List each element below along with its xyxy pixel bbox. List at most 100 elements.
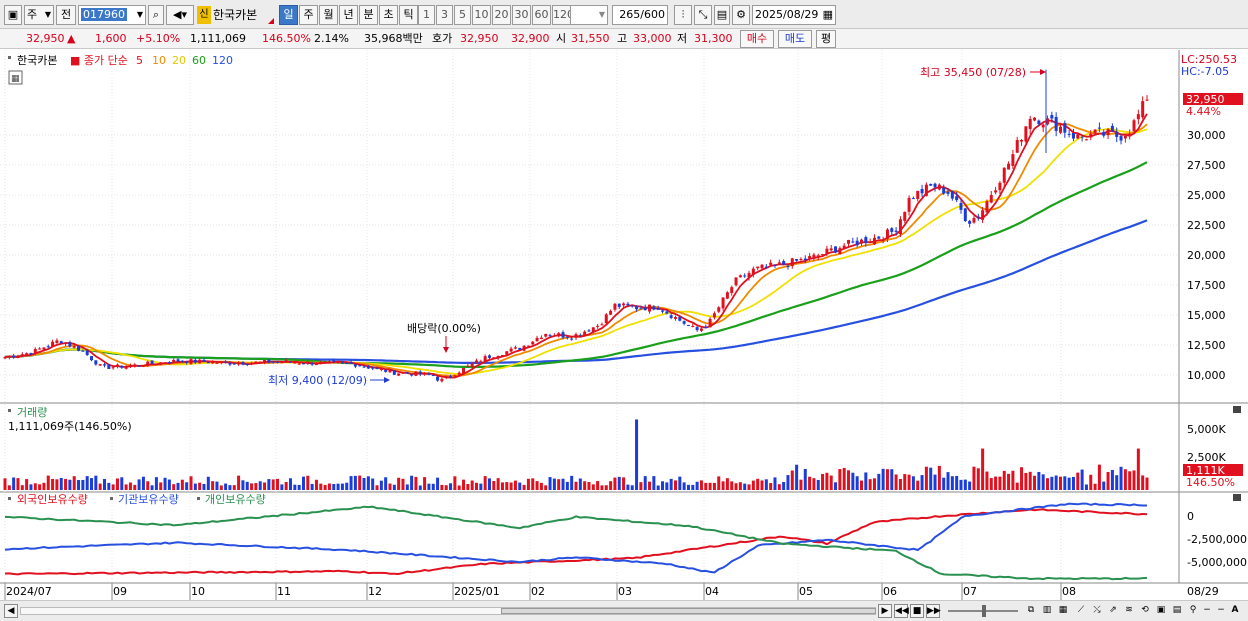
candle-body bbox=[12, 355, 16, 358]
period-tab-3[interactable]: 년 bbox=[339, 5, 358, 25]
candle-body bbox=[518, 347, 522, 350]
zoom-out-icon[interactable]: − bbox=[1200, 604, 1214, 618]
volume-bar bbox=[128, 482, 132, 490]
candle-body bbox=[609, 310, 613, 315]
market-select-value: 주 bbox=[27, 8, 38, 21]
interval-button-1[interactable]: 1 bbox=[418, 5, 435, 25]
volume-bar bbox=[176, 482, 180, 490]
candle-body bbox=[604, 314, 608, 324]
period-tab-0[interactable]: 일 bbox=[279, 5, 298, 25]
candle-body bbox=[250, 362, 254, 365]
grid-icon: ▦ bbox=[11, 74, 20, 84]
market-select[interactable]: 주 ▼ bbox=[24, 5, 54, 25]
period-tab-6[interactable]: 틱 bbox=[399, 5, 418, 25]
gear-icon[interactable]: ⚙ bbox=[732, 5, 750, 25]
volume-bar bbox=[994, 476, 998, 490]
zoom-slider[interactable] bbox=[948, 605, 1018, 617]
volume-bar bbox=[276, 478, 280, 490]
stop-icon[interactable]: ■ bbox=[910, 604, 924, 618]
chart-canvas[interactable]: 한국카본 ■ 종가 단순 5 10 20 60 120 ▦ 최고 35,450 … bbox=[0, 50, 1248, 600]
candle-body bbox=[492, 357, 496, 359]
zoom-slider-handle[interactable] bbox=[982, 605, 986, 617]
period-tab-5[interactable]: 초 bbox=[379, 5, 398, 25]
candle-body bbox=[271, 361, 275, 363]
interval-dropdown[interactable]: ▼ bbox=[570, 5, 608, 25]
prev-button[interactable]: 전 bbox=[56, 5, 76, 25]
scroll-left-icon[interactable]: ◀ bbox=[4, 604, 18, 618]
bar-count-field[interactable]: 265/600 bbox=[612, 5, 668, 25]
candle-body bbox=[851, 241, 855, 243]
capture-icon[interactable]: ▣ bbox=[1154, 604, 1168, 618]
zoom-in-icon[interactable]: ⚲ bbox=[1186, 604, 1200, 618]
volume-bar bbox=[306, 475, 310, 490]
candle-body bbox=[1080, 136, 1084, 138]
scroll-right-icon[interactable]: ▶ bbox=[878, 604, 892, 618]
candle-body bbox=[289, 361, 292, 363]
volume-bar bbox=[85, 476, 89, 490]
channel-tool-icon[interactable]: ⇗ bbox=[1106, 604, 1120, 618]
candle-body bbox=[1119, 136, 1123, 141]
xaxis-month-label: 07 bbox=[963, 585, 977, 598]
sell-button[interactable]: 매도 bbox=[778, 30, 812, 48]
compare-icon[interactable]: ⧉ bbox=[1024, 604, 1038, 618]
draw-tool-icon[interactable]: ⤡ bbox=[694, 5, 712, 25]
rewind-icon[interactable]: ◀◀ bbox=[894, 604, 909, 618]
interval-button-20[interactable]: 20 bbox=[492, 5, 511, 25]
cycle-tool-icon[interactable]: ⟲ bbox=[1138, 604, 1152, 618]
sound-menu-icon[interactable]: ◀▾ bbox=[166, 5, 194, 25]
volume-panel-close-icon[interactable] bbox=[1233, 406, 1241, 413]
volume-bar bbox=[769, 483, 773, 490]
chart-area[interactable]: 한국카본 ■ 종가 단순 5 10 20 60 120 ▦ 최고 35,450 … bbox=[0, 50, 1248, 600]
fast-forward-icon[interactable]: ▶▶ bbox=[926, 604, 941, 618]
window-menu-icon[interactable]: ▣ bbox=[4, 5, 22, 25]
fib-tool-icon[interactable]: ≋ bbox=[1122, 604, 1136, 618]
grid-layout-icon[interactable]: ▦ bbox=[1056, 604, 1070, 618]
candle-type-icon[interactable]: ⫶ bbox=[674, 5, 692, 25]
save-icon[interactable]: ▤ bbox=[714, 5, 730, 25]
volume-bar bbox=[721, 481, 725, 490]
holding-panel-close-icon[interactable] bbox=[1233, 494, 1241, 501]
volume-bar bbox=[487, 478, 491, 490]
top-toolbar: ▣ 주 ▼ 전 017960 ▼ ⌕ ◀▾ 신 한국카본 일주월년분초틱 1 3 5 10… bbox=[0, 0, 1248, 29]
zoom-reset-icon[interactable]: − bbox=[1214, 604, 1228, 618]
volume-bar bbox=[764, 479, 768, 490]
trade-value: 35,968백만 bbox=[364, 32, 423, 45]
candle-body bbox=[673, 317, 677, 319]
bid-label: 호가 bbox=[432, 32, 453, 45]
scroll-thumb[interactable] bbox=[501, 608, 876, 614]
candle-body bbox=[85, 350, 89, 355]
split-icon[interactable]: ▥ bbox=[1040, 604, 1054, 618]
candle-body bbox=[68, 342, 72, 347]
volume-bar bbox=[120, 477, 124, 490]
interval-button-30[interactable]: 30 bbox=[512, 5, 531, 25]
volume-bar bbox=[314, 479, 318, 490]
period-tab-4[interactable]: 분 bbox=[359, 5, 378, 25]
buy-button[interactable]: 매수 bbox=[740, 30, 774, 48]
stock-code-input[interactable]: 017960 ▼ bbox=[78, 5, 146, 25]
candle-body bbox=[570, 338, 574, 340]
period-tab-2[interactable]: 월 bbox=[319, 5, 338, 25]
scroll-track[interactable] bbox=[20, 607, 876, 615]
candle-body bbox=[397, 373, 401, 376]
interval-button-10[interactable]: 10 bbox=[472, 5, 491, 25]
candle-body bbox=[920, 189, 924, 194]
volume-bar bbox=[1093, 483, 1097, 490]
interval-button-3[interactable]: 3 bbox=[436, 5, 453, 25]
candle-body bbox=[172, 359, 176, 363]
search-icon[interactable]: ⌕ bbox=[148, 5, 164, 25]
layout-icon[interactable]: ▤ bbox=[1170, 604, 1184, 618]
auto-scale-icon[interactable]: A bbox=[1228, 604, 1242, 618]
eval-button[interactable]: 평 bbox=[816, 30, 836, 48]
volume-bar bbox=[124, 484, 128, 490]
candle-body bbox=[457, 372, 461, 375]
interval-button-60[interactable]: 60 bbox=[532, 5, 551, 25]
volume-bar bbox=[725, 478, 729, 490]
candle-body bbox=[864, 237, 868, 244]
candle-body bbox=[838, 248, 842, 255]
interval-button-5[interactable]: 5 bbox=[454, 5, 471, 25]
candle-body bbox=[241, 362, 245, 365]
trend-tool-icon[interactable]: ⤯ bbox=[1090, 604, 1104, 618]
line-tool-icon[interactable]: ⟋ bbox=[1074, 604, 1088, 618]
period-tab-1[interactable]: 주 bbox=[299, 5, 318, 25]
date-input[interactable]: 2025/08/29 ▦ bbox=[752, 5, 836, 25]
